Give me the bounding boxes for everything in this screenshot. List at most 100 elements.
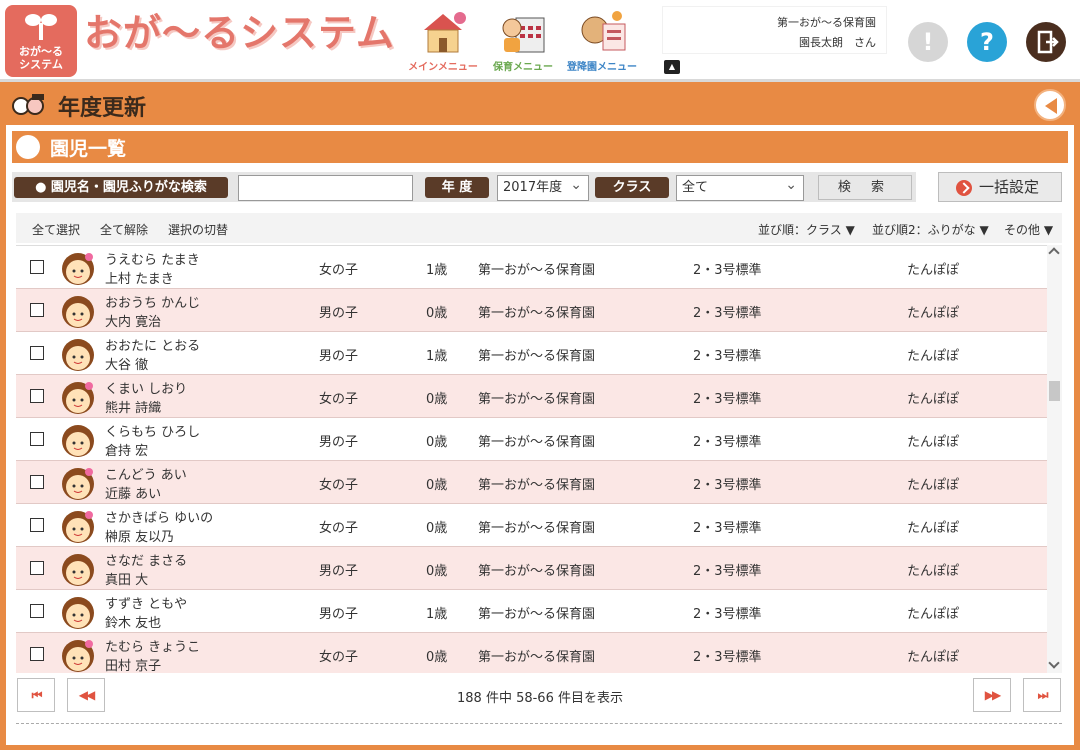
child-age: 0歳 [426,478,448,493]
child-certification: 2・3号標準 [693,521,762,536]
scroll-up-icon[interactable] [1048,247,1060,259]
row-checkbox[interactable] [30,647,44,661]
child-facility: 第一おが〜る保育園 [478,521,596,536]
list-item[interactable]: すずき ともや 鈴木 友也 男の子 1歳 第一おが〜る保育園 2・3号標準 たん… [16,590,1047,633]
page-summary: 188 件中 58-66 件目を表示 [457,691,623,706]
other-dropdown[interactable]: その他 ▼ [1004,221,1053,238]
girl-avatar-icon [62,640,94,672]
row-checkbox[interactable] [30,346,44,360]
select-all-link[interactable]: 全て選択 [32,221,80,238]
row-checkbox[interactable] [30,604,44,618]
child-age: 0歳 [426,564,448,579]
child-gender: 男の子 [319,607,359,622]
app-header: おが〜る システム おが〜るシステム メインメニュー 保育メニュー 登降園メニュ… [0,0,1080,82]
child-name: 鈴木 友也 [105,616,162,631]
logo-text-line1: おが〜る [19,45,63,58]
main-menu-button[interactable]: メインメニュー [408,8,478,74]
child-gender: 女の子 [319,650,359,665]
child-age: 0歳 [426,392,448,407]
child-class: たんぽぽ [907,650,960,665]
app-logo[interactable]: おが〜る システム [5,5,77,77]
girl-avatar-icon [62,468,94,500]
exit-door-icon[interactable] [1026,22,1066,62]
list-item[interactable]: さかきばら ゆいの 榊原 友以乃 女の子 0歳 第一おが〜る保育園 2・3号標準… [16,504,1047,547]
child-facility: 第一おが〜る保育園 [478,392,596,407]
next-page-button[interactable]: ▶▶ [973,678,1011,712]
row-checkbox[interactable] [30,475,44,489]
child-class: たんぽぽ [907,263,960,278]
last-page-button[interactable]: ⏭ [1023,678,1061,712]
name-search-input[interactable] [238,175,413,201]
child-certification: 2・3号標準 [693,650,762,665]
child-kana: こんどう あい [105,468,187,483]
circle-bullet-icon [16,135,40,159]
child-class: たんぽぽ [907,435,960,450]
list-item[interactable]: おおうち かんじ 大内 寛治 男の子 0歳 第一おが〜る保育園 2・3号標準 た… [16,289,1047,332]
boy-avatar-icon [62,554,94,586]
child-age: 1歳 [426,263,448,278]
list-item[interactable]: くらもち ひろし 倉持 宏 男の子 0歳 第一おが〜る保育園 2・3号標準 たん… [16,418,1047,461]
list-item[interactable]: おおたに とおる 大谷 徹 男の子 1歳 第一おが〜る保育園 2・3号標準 たん… [16,332,1047,375]
user-info: 第一おが〜る保育園 園長太朗 さん [662,6,887,54]
exclamation-icon[interactable]: ! [908,22,948,62]
child-gender: 男の子 [319,306,359,321]
list-item[interactable]: たむら きょうこ 田村 京子 女の子 0歳 第一おが〜る保育園 2・3号標準 た… [16,633,1047,673]
child-name: 近藤 あい [105,487,162,502]
deselect-all-link[interactable]: 全て解除 [100,221,148,238]
list-item[interactable]: さなだ まさる 真田 大 男の子 0歳 第一おが〜る保育園 2・3号標準 たんぽ… [16,547,1047,590]
question-icon[interactable]: ? [967,22,1007,62]
sort2-dropdown[interactable]: 並び順2：ふりがな ▼ [872,221,989,238]
list-item[interactable]: こんどう あい 近藤 あい 女の子 0歳 第一おが〜る保育園 2・3号標準 たん… [16,461,1047,504]
child-kana: くらもち ひろし [105,425,201,440]
child-facility: 第一おが〜る保育園 [478,435,596,450]
list-scrollbar[interactable] [1047,245,1062,673]
child-name: 榊原 友以乃 [105,530,175,545]
class-select[interactable]: 全て [676,173,804,201]
list-item[interactable]: うえむら たまき 上村 たまき 女の子 1歳 第一おが〜る保育園 2・3号標準 … [16,246,1047,289]
child-certification: 2・3号標準 [693,349,762,364]
list-item[interactable]: くまい しおり 熊井 詩織 女の子 0歳 第一おが〜る保育園 2・3号標準 たん… [16,375,1047,418]
name-search-label: ● 園児名・園児ふりがな検索 [14,177,228,198]
main-menu-label: メインメニュー [408,62,478,73]
child-kana: さかきばら ゆいの [105,511,214,526]
panel-title: 園児一覧 [50,138,127,160]
class-label: クラス [595,177,669,198]
toggle-selection-link[interactable]: 選択の切替 [168,221,228,238]
child-facility: 第一おが〜る保育園 [478,263,596,278]
child-certification: 2・3号標準 [693,306,762,321]
girl-avatar-icon [62,253,94,285]
scroll-down-icon[interactable] [1048,657,1060,669]
child-name: 熊井 詩織 [105,401,162,416]
page-header: 年度更新 [0,85,1080,125]
row-checkbox[interactable] [30,432,44,446]
row-checkbox[interactable] [30,518,44,532]
divider [16,723,1062,724]
year-label: 年 度 [425,177,489,198]
scroll-thumb[interactable] [1049,381,1060,401]
child-kana: おおたに とおる [105,339,201,354]
year-select[interactable]: 2017年度 [497,173,589,201]
up-arrow-icon[interactable]: ▲ [664,60,680,74]
row-checkbox[interactable] [30,389,44,403]
attendance-menu-label: 登降園メニュー [567,62,637,73]
bulk-setting-button[interactable]: 一括設定 [938,172,1062,202]
child-certification: 2・3号標準 [693,392,762,407]
search-button[interactable]: 検 索 [818,175,912,200]
child-age: 1歳 [426,607,448,622]
back-arrow-icon[interactable] [1034,89,1066,121]
child-name: 倉持 宏 [105,444,149,459]
panel-header: 園児一覧 [12,131,1068,163]
child-age: 0歳 [426,435,448,450]
row-checkbox[interactable] [30,260,44,274]
sort1-dropdown[interactable]: 並び順：クラス ▼ [758,221,855,238]
childcare-menu-button[interactable]: 保育メニュー [488,8,558,74]
child-name: 上村 たまき [105,272,174,287]
search-bar: ● 園児名・園児ふりがな検索 年 度 2017年度 クラス 全て 検 索 [12,172,916,202]
child-facility: 第一おが〜る保育園 [478,650,596,665]
child-certification: 2・3号標準 [693,263,762,278]
row-checkbox[interactable] [30,303,44,317]
row-checkbox[interactable] [30,561,44,575]
bulk-setting-label: 一括設定 [979,178,1040,196]
attendance-menu-button[interactable]: 登降園メニュー [567,8,637,74]
house-icon [424,12,466,53]
